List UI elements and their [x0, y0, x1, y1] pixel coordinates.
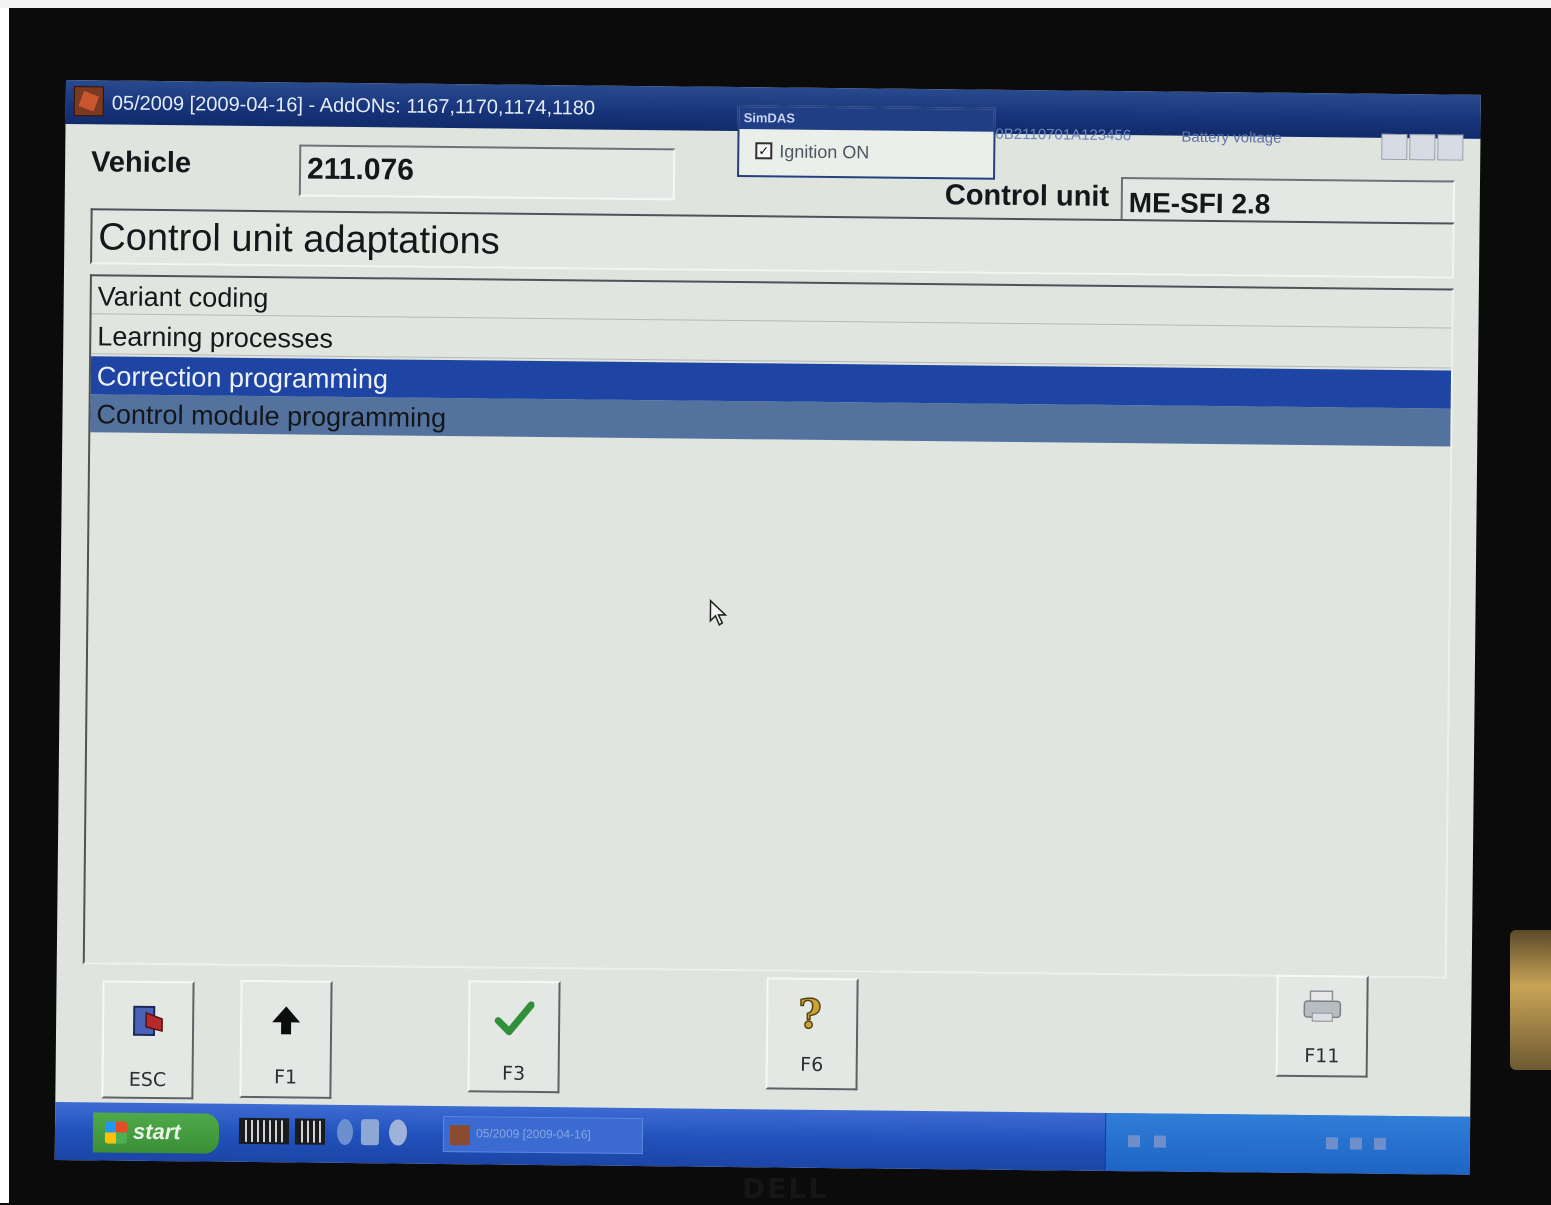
esc-label: ESC	[128, 1068, 167, 1092]
battery-voltage-label: Battery voltage	[1181, 128, 1282, 147]
taskbar-item-label: 05/2009 [2009-04-16]	[475, 1126, 591, 1142]
control-unit-value: ME-SFI 2.8	[1128, 187, 1271, 220]
help-icon: ?	[768, 989, 857, 1043]
start-button[interactable]: start	[92, 1112, 220, 1154]
tray-icon[interactable]	[1349, 1137, 1362, 1150]
adaptation-menu: Variant coding Learning processes Correc…	[82, 274, 1454, 979]
photo-left-edge	[0, 8, 9, 1203]
taskbar-item-das[interactable]: 05/2009 [2009-04-16]	[442, 1116, 644, 1155]
window-title: 05/2009 [2009-04-16] - AddONs: 1167,1170…	[111, 92, 596, 120]
minimize-button[interactable]	[1381, 133, 1408, 161]
section-title: Control unit adaptations	[98, 216, 500, 263]
f3-button[interactable]: F3	[467, 980, 561, 1094]
simdas-popup: SimDAS ✓ Ignition ON	[737, 105, 996, 180]
tray-icon[interactable]	[1153, 1135, 1167, 1148]
reflection	[1510, 930, 1551, 1070]
vehicle-value: 211.076	[306, 152, 415, 187]
f6-button[interactable]: ? F6	[765, 977, 859, 1091]
vehicle-field: 211.076	[298, 144, 676, 201]
quick-launch-icon[interactable]	[360, 1119, 380, 1146]
simdas-title: SimDAS	[739, 107, 994, 132]
vin-text: 0B2110701A123456	[995, 125, 1132, 145]
printer-icon	[1278, 987, 1366, 1033]
photo-top-edge	[0, 0, 1551, 8]
tray-icon[interactable]	[1325, 1137, 1338, 1150]
f1-label: F1	[273, 1066, 298, 1089]
tray-icon[interactable]	[1127, 1135, 1141, 1148]
screen: 05/2009 [2009-04-16] - AddONs: 1167,1170…	[54, 80, 1481, 1175]
maximize-button[interactable]	[1409, 134, 1436, 161]
f11-button[interactable]: F11	[1275, 974, 1369, 1078]
mouse-cursor-icon	[709, 599, 728, 626]
tray-icon[interactable]	[1373, 1137, 1386, 1150]
keyboard-icon[interactable]	[238, 1117, 290, 1145]
close-button[interactable]	[1437, 134, 1464, 161]
app-icon	[449, 1125, 471, 1146]
quick-launch-icon[interactable]	[388, 1119, 408, 1146]
esc-button[interactable]: ESC	[101, 980, 195, 1100]
ignition-checkbox[interactable]: ✓	[755, 142, 773, 160]
f11-label: F11	[1304, 1045, 1340, 1068]
system-tray	[1104, 1112, 1471, 1175]
f6-label: F6	[800, 1053, 824, 1076]
start-label: start	[132, 1118, 181, 1145]
checkmark-icon	[470, 998, 558, 1044]
vehicle-label: Vehicle	[90, 146, 192, 180]
ignition-label[interactable]: Ignition ON	[779, 141, 869, 163]
arrow-up-icon	[242, 1002, 330, 1044]
control-unit-label: Control unit	[944, 179, 1110, 213]
windows-logo-icon	[104, 1121, 128, 1144]
exit-door-icon	[104, 1000, 192, 1046]
keypad-icon[interactable]	[294, 1118, 326, 1145]
quick-launch-icon[interactable]	[336, 1118, 354, 1146]
monitor-brand-logo: DELL	[742, 1172, 829, 1205]
app-icon	[73, 86, 104, 117]
f1-button[interactable]: F1	[239, 979, 333, 1099]
svg-text:?: ?	[798, 991, 822, 1038]
f3-label: F3	[501, 1062, 526, 1085]
